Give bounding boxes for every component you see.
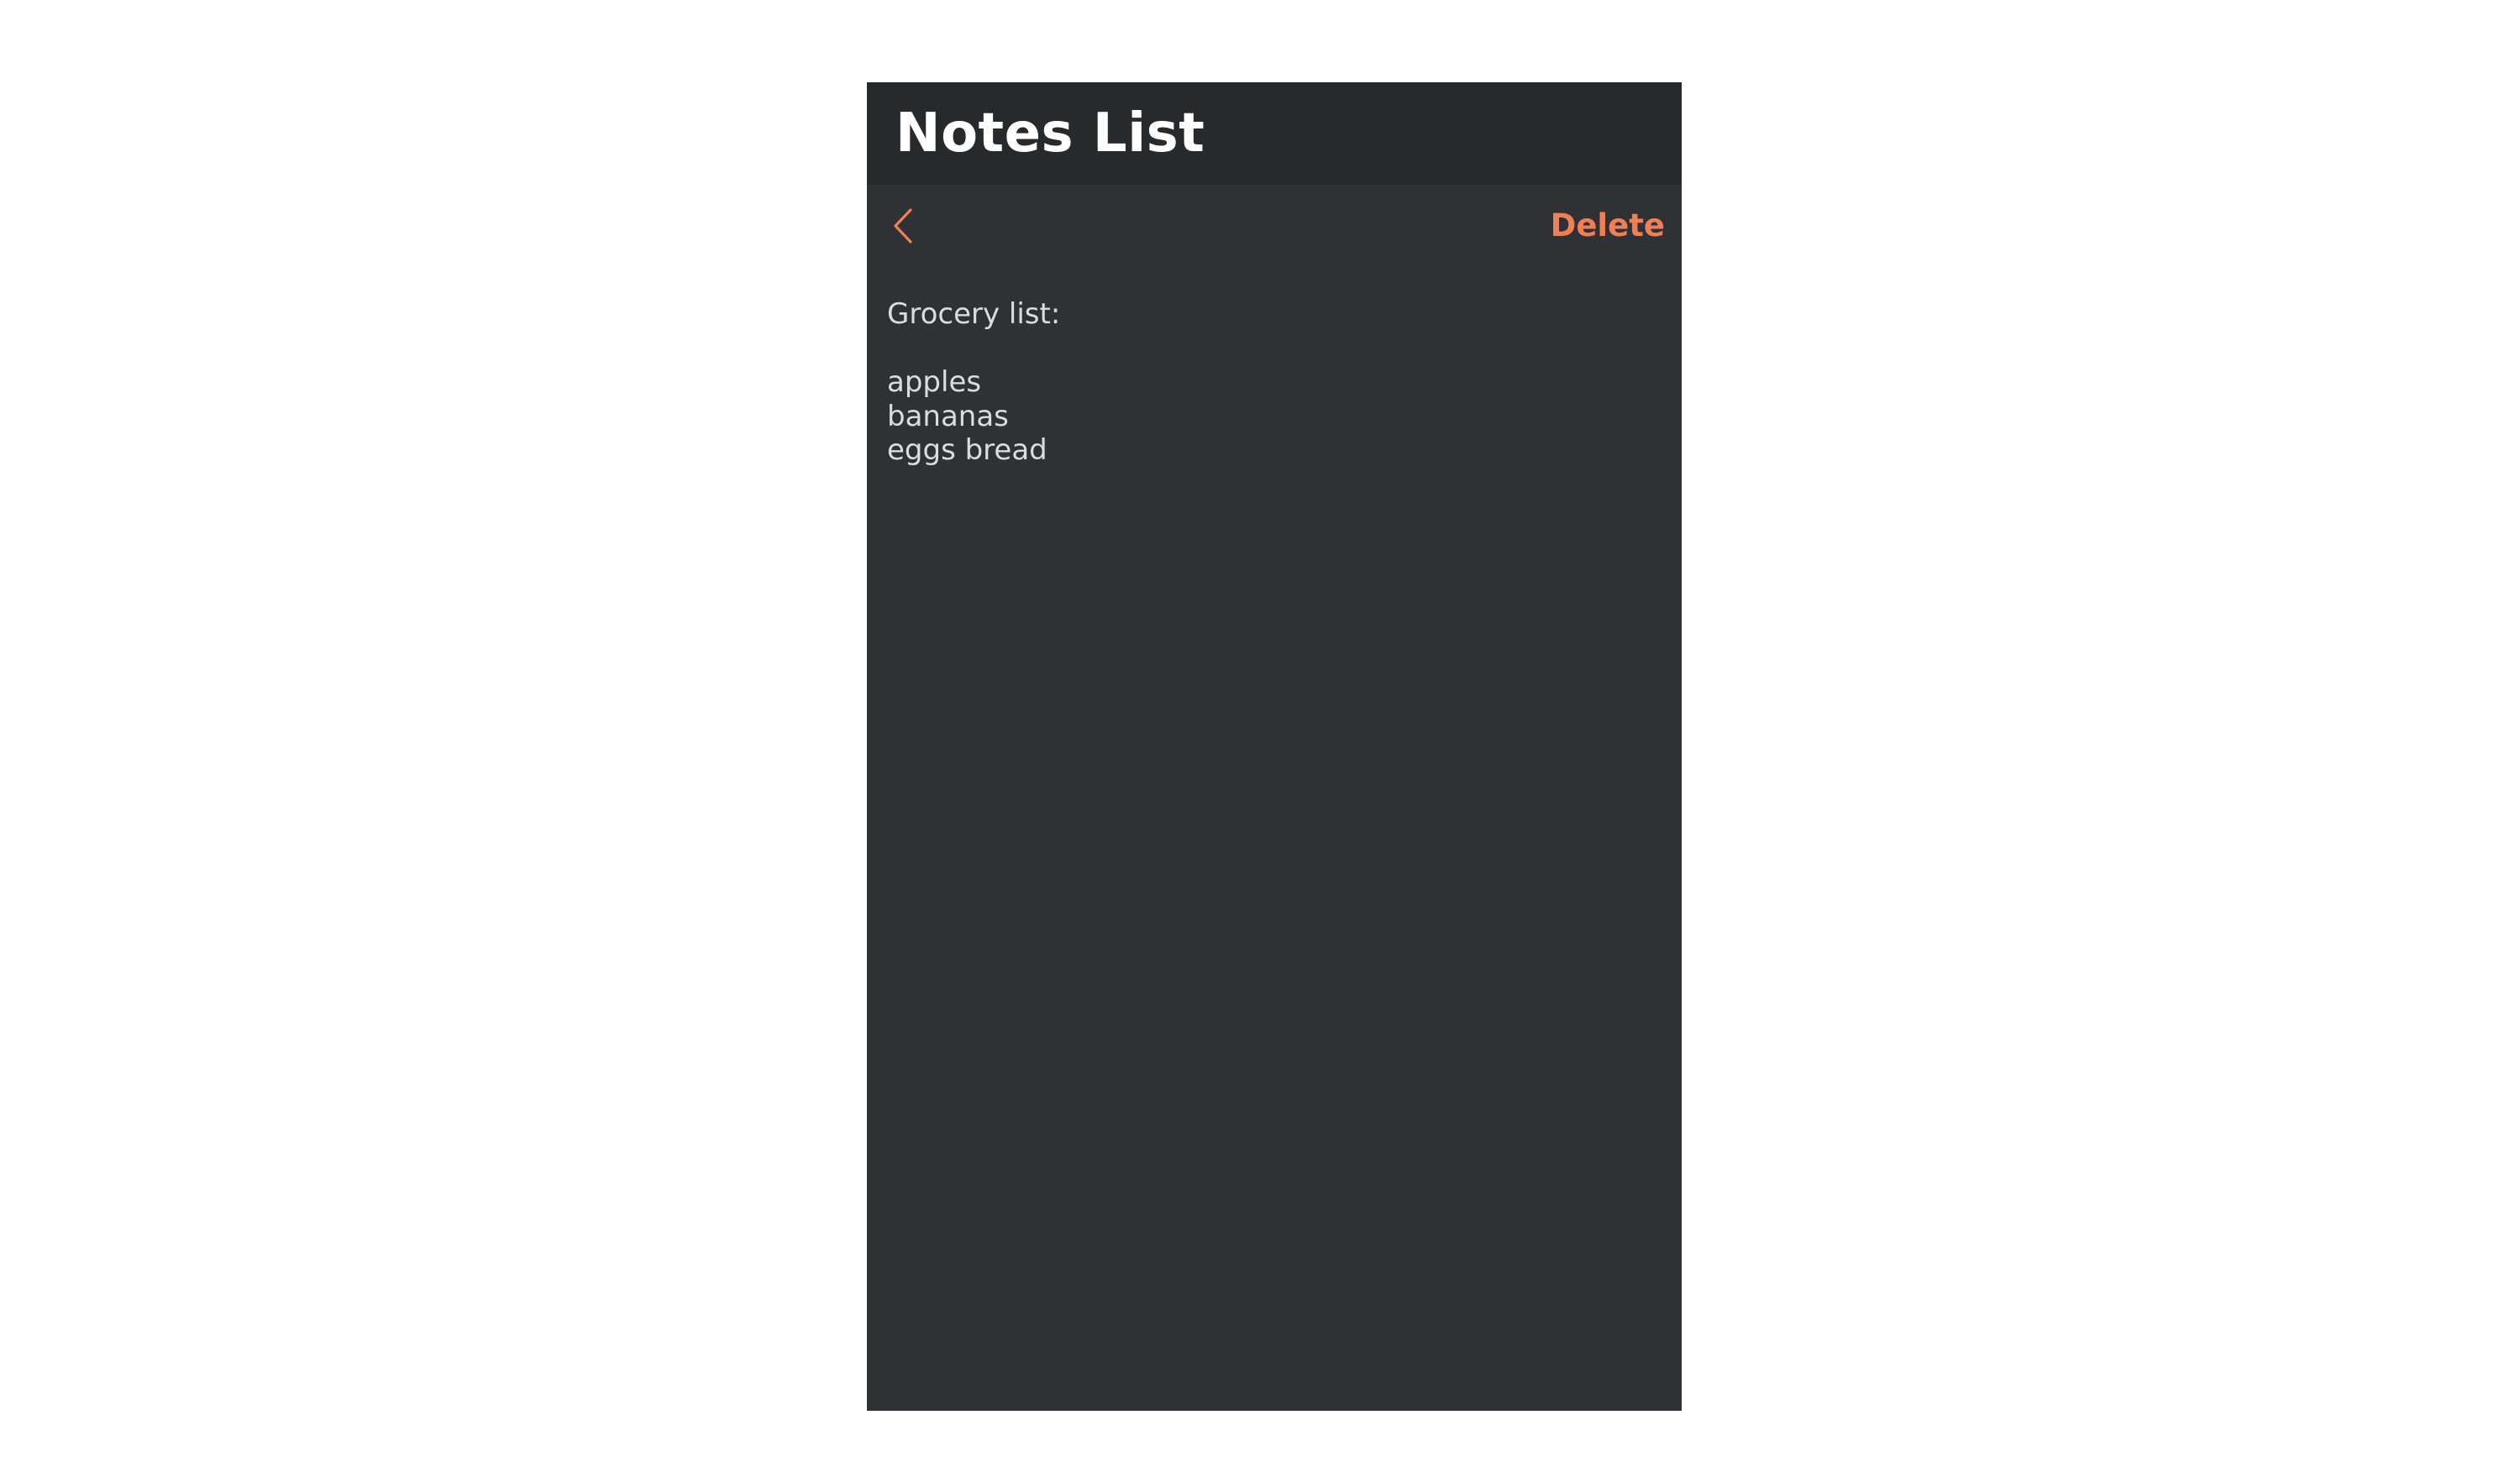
back-button[interactable]: [884, 205, 921, 247]
chevron-left-icon: [894, 208, 912, 244]
note-line: apples: [887, 365, 982, 399]
delete-button[interactable]: Delete: [1551, 208, 1665, 244]
note-line: eggs bread: [887, 433, 1047, 467]
note-line: Grocery list:: [887, 297, 1061, 331]
note-toolbar: Delete: [867, 185, 1682, 265]
note-content[interactable]: Grocery list: apples bananas eggs bread: [887, 297, 1660, 468]
note-detail-screen: Notes List Delete Grocery list: apples b…: [867, 82, 1682, 1411]
app-header: Notes List: [867, 82, 1682, 185]
note-line: [887, 332, 1660, 366]
note-line: bananas: [887, 399, 1009, 433]
page-title: Notes List: [895, 102, 1205, 165]
